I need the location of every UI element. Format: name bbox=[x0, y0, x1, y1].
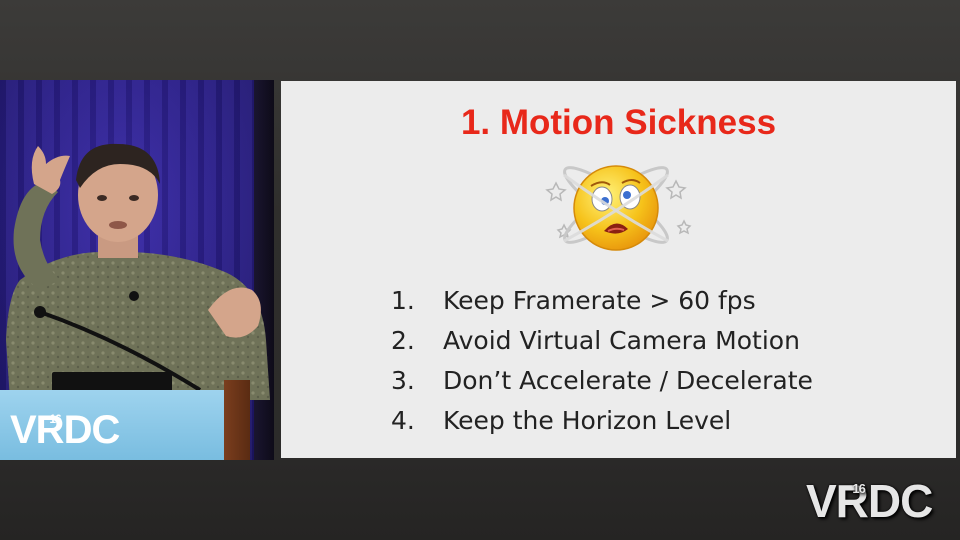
podium-wood-panel bbox=[224, 380, 250, 460]
list-item: 2. Avoid Virtual Camera Motion bbox=[391, 321, 813, 361]
presentation-slide: 1. Motion Sickness 1. Keep Framerate > 6… bbox=[281, 81, 956, 458]
list-item: 1. Keep Framerate > 60 fps bbox=[391, 281, 813, 321]
list-item-number: 1. bbox=[391, 286, 415, 315]
list-item: 4. Keep the Horizon Level bbox=[391, 401, 813, 441]
slide-title: 1. Motion Sickness bbox=[460, 103, 777, 142]
watermark-logo-badge: 16 bbox=[852, 480, 866, 496]
vrdc-watermark-logo: VRDC16 bbox=[806, 474, 945, 528]
list-item-text: Keep Framerate > 60 fps bbox=[443, 286, 756, 315]
list-item-number: 3. bbox=[391, 366, 415, 395]
podium-logo-badge: 16 bbox=[49, 411, 61, 426]
speaker-video: VRDC16 bbox=[0, 80, 274, 460]
slide-bullet-list: 1. Keep Framerate > 60 fps 2. Avoid Virtua… bbox=[391, 281, 813, 441]
dizzy-face-icon bbox=[536, 153, 696, 263]
list-item-number: 4. bbox=[391, 406, 415, 435]
laptop bbox=[52, 372, 172, 392]
podium-logo-text: VRDC bbox=[10, 408, 120, 452]
podium-logo: VRDC16 bbox=[10, 408, 131, 453]
list-item: 3. Don’t Accelerate / Decelerate bbox=[391, 361, 813, 401]
list-item-number: 2. bbox=[391, 326, 415, 355]
watermark-logo-text: VRDC bbox=[806, 475, 933, 527]
list-item-text: Keep the Horizon Level bbox=[443, 406, 732, 435]
list-item-text: Don’t Accelerate / Decelerate bbox=[443, 366, 813, 395]
list-item-text: Avoid Virtual Camera Motion bbox=[443, 326, 800, 355]
